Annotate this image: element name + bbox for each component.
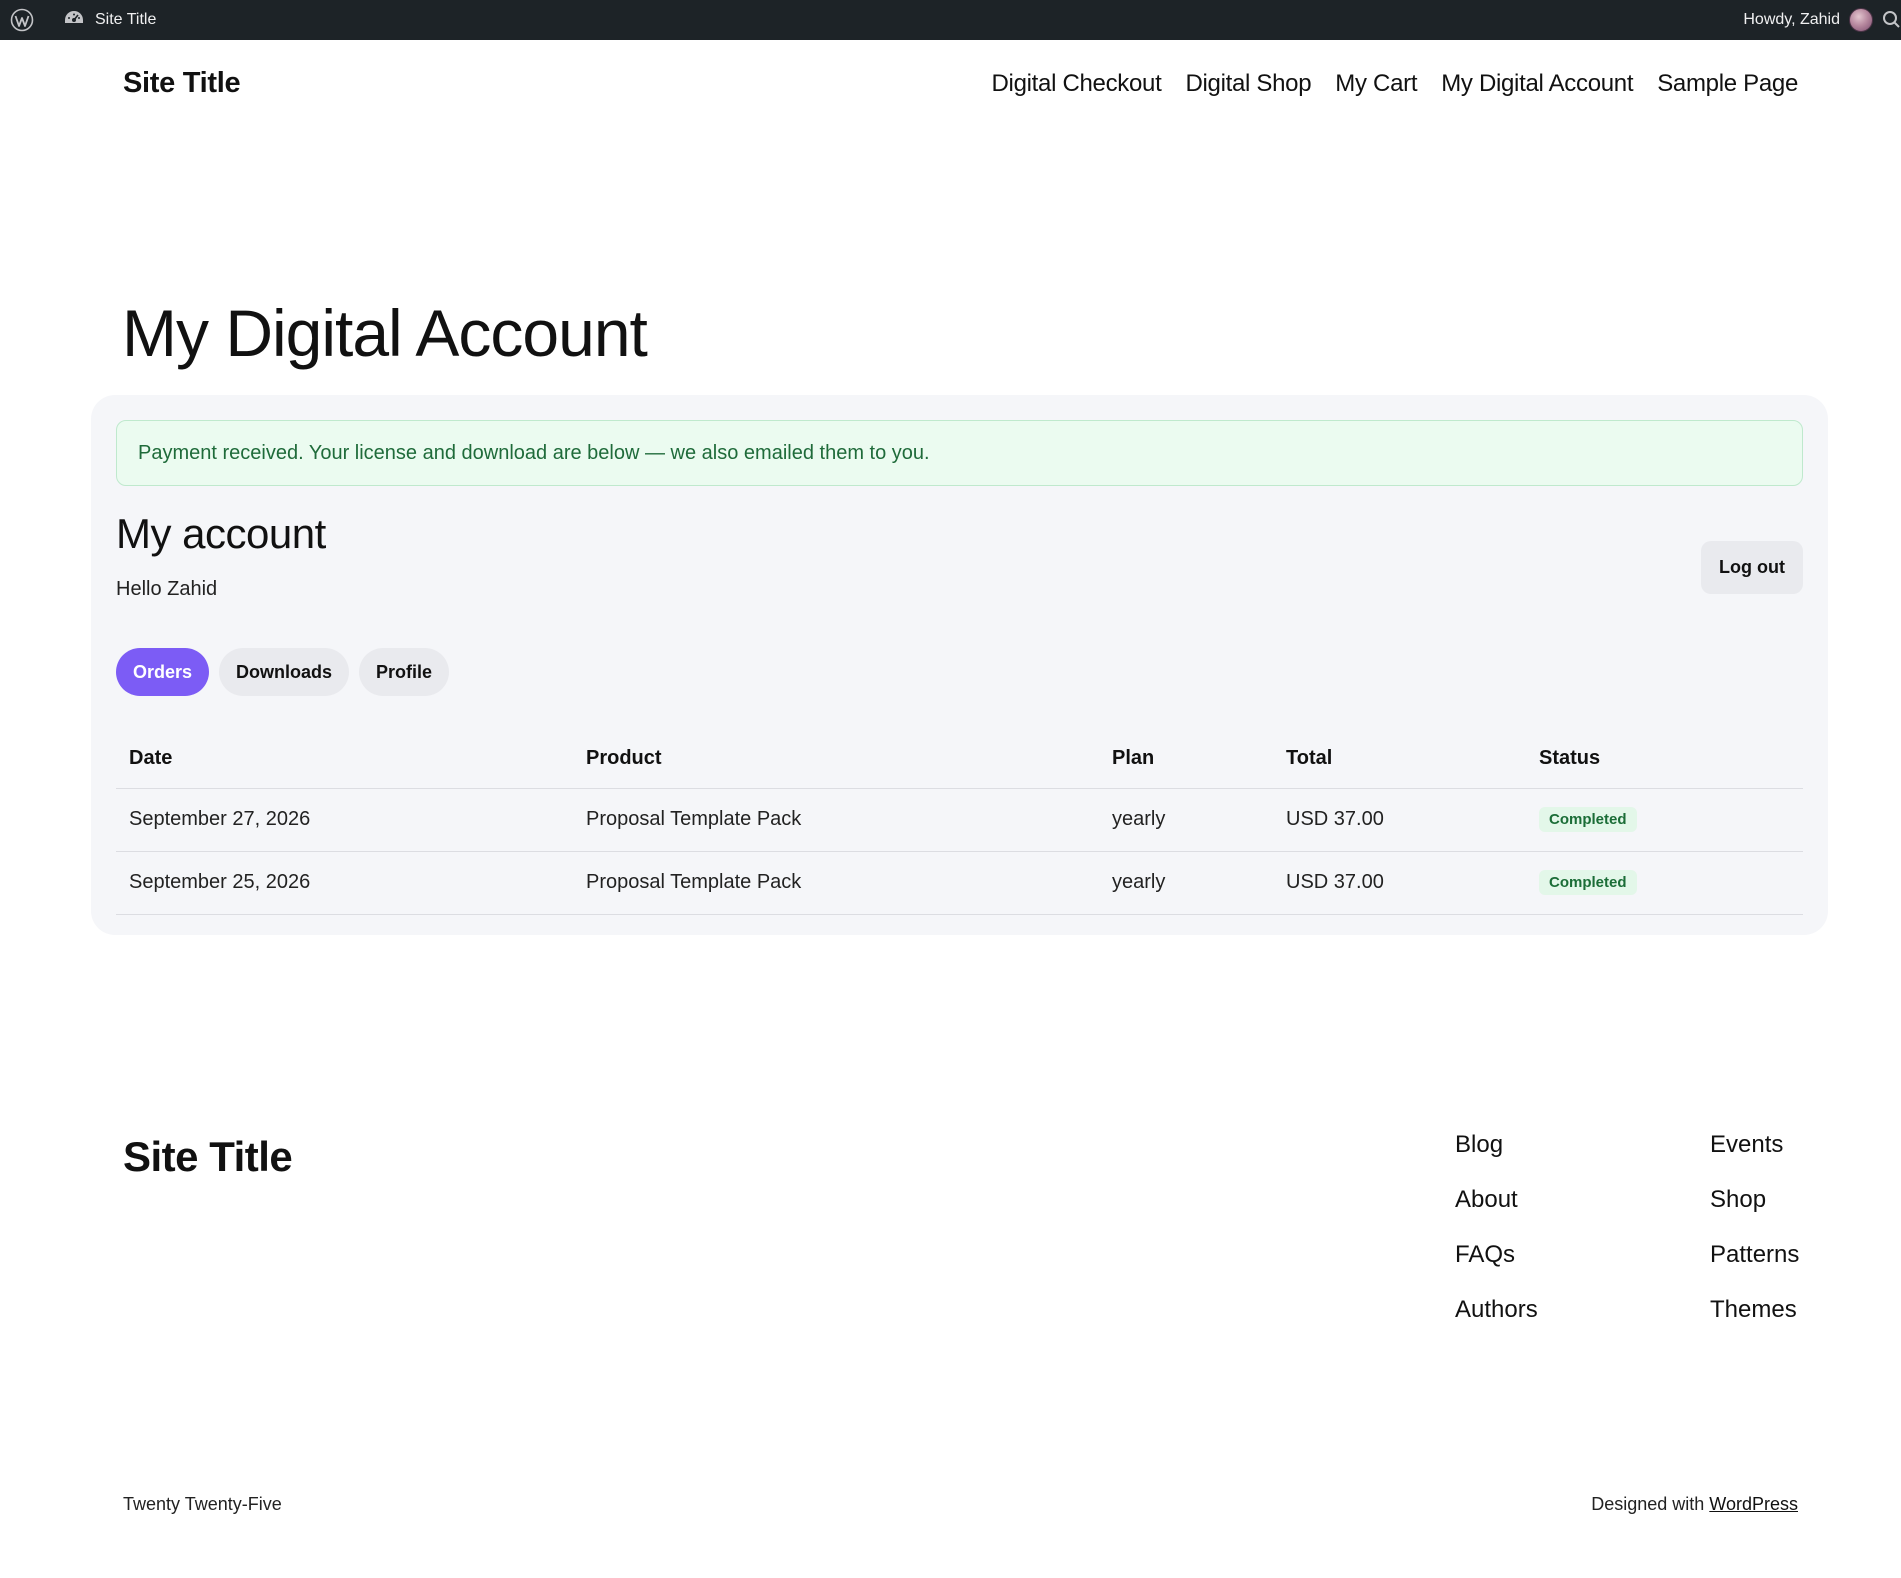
footer-links-col-1: Blog About FAQs Authors [1455,1131,1538,1323]
nav-item-digital-checkout[interactable]: Digital Checkout [992,70,1162,98]
designed-with-text: Designed with [1591,1494,1705,1514]
site-header: Site Title Digital Checkout Digital Shop… [0,40,1901,130]
nav-item-my-digital-account[interactable]: My Digital Account [1441,70,1633,98]
nav-item-my-cart[interactable]: My Cart [1335,70,1417,98]
payment-notice: Payment received. Your license and downl… [116,420,1803,486]
order-product: Proposal Template Pack [573,788,1099,852]
orders-table: Date Product Plan Total Status September… [116,730,1803,915]
footer-link-blog[interactable]: Blog [1455,1131,1538,1158]
admin-bar-site-link[interactable]: Site Title [63,0,156,40]
designed-with-credit: Designed with WordPress [1591,1494,1798,1515]
dashboard-icon [63,8,95,33]
footer-links-col-2: Events Shop Patterns Themes [1710,1131,1799,1323]
account-tabs: Orders Downloads Profile [116,648,450,696]
column-header-status: Status [1526,730,1803,789]
column-header-product: Product [573,730,1099,789]
order-plan: yearly [1099,851,1273,915]
nav-item-sample-page[interactable]: Sample Page [1657,70,1798,98]
order-total: USD 37.00 [1273,851,1526,915]
order-date: September 25, 2026 [116,851,573,915]
page-title: My Digital Account [122,296,648,370]
footer-link-shop[interactable]: Shop [1710,1186,1799,1213]
search-icon[interactable] [1879,0,1901,40]
logout-button[interactable]: Log out [1701,541,1803,594]
tab-orders[interactable]: Orders [116,648,210,696]
footer-link-events[interactable]: Events [1710,1131,1799,1158]
footer-site-title[interactable]: Site Title [123,1133,293,1181]
nav-item-digital-shop[interactable]: Digital Shop [1185,70,1311,98]
hello-text: Hello Zahid [116,578,218,600]
primary-nav: Digital Checkout Digital Shop My Cart My… [992,70,1799,98]
footer-link-faqs[interactable]: FAQs [1455,1241,1538,1268]
footer-link-authors[interactable]: Authors [1455,1296,1538,1323]
admin-bar-account[interactable]: Howdy, Zahid [1743,8,1873,32]
avatar [1849,8,1873,32]
admin-bar: Site Title Howdy, Zahid [0,0,1901,40]
site-title[interactable]: Site Title [123,67,241,100]
footer-link-themes[interactable]: Themes [1710,1296,1799,1323]
order-total: USD 37.00 [1273,788,1526,852]
order-date: September 27, 2026 [116,788,573,852]
column-header-total: Total [1273,730,1526,789]
tab-downloads[interactable]: Downloads [219,648,350,696]
table-row: September 27, 2026 Proposal Template Pac… [116,788,1803,852]
column-header-date: Date [116,730,573,789]
table-header-row: Date Product Plan Total Status [116,730,1803,789]
wordpress-link[interactable]: WordPress [1709,1494,1798,1514]
status-badge: Completed [1539,870,1637,895]
status-badge: Completed [1539,807,1637,832]
order-status-cell: Completed [1526,788,1803,852]
footer-link-patterns[interactable]: Patterns [1710,1241,1799,1268]
account-heading: My account [116,510,326,557]
tab-profile[interactable]: Profile [359,648,450,696]
wordpress-logo-icon[interactable] [9,7,35,33]
column-header-plan: Plan [1099,730,1273,789]
order-plan: yearly [1099,788,1273,852]
footer-link-about[interactable]: About [1455,1186,1538,1213]
admin-bar-site-title: Site Title [95,11,157,28]
theme-credit: Twenty Twenty-Five [123,1494,282,1514]
order-product: Proposal Template Pack [573,851,1099,915]
table-row: September 25, 2026 Proposal Template Pac… [116,851,1803,915]
order-status-cell: Completed [1526,851,1803,915]
admin-bar-greeting: Howdy, Zahid [1743,11,1840,28]
account-card: Payment received. Your license and downl… [91,395,1828,935]
